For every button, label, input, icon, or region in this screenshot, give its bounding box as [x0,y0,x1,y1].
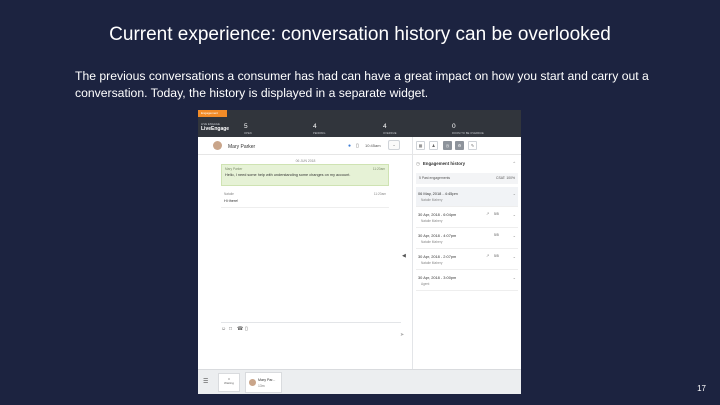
mobile-device-icon: ▯ [356,143,359,149]
message-text: Hello, I need some help with understandi… [225,173,351,177]
chevron-down-icon: ⌄ [512,191,516,196]
consumer-message: Mary Parker 11:20am Hello, I need some h… [221,164,389,186]
engagement-history-title[interactable]: ◷ Engagement history ⌃ [416,161,518,167]
chevron-down-icon: ⌄ [512,212,516,217]
message-text: Hi there! [224,199,239,203]
collapse-arrow-icon[interactable]: ◀ [402,253,406,259]
history-icon[interactable]: ◷ [443,141,452,150]
stat-overdue[interactable]: 4 OVERDUE [383,123,397,135]
app-screenshot: Engagement LIVE ENGAGE LiveEngage 5 OPEN … [198,110,521,394]
slide-body: The previous conversations a consumer ha… [75,69,649,100]
top-tab[interactable]: Engagement [198,110,227,117]
chevron-down-icon: ⌄ [512,233,516,238]
clock-icon: ◷ [416,161,420,166]
message-sender: Mary Parker [225,167,243,171]
message-time: 11:20am [372,167,385,171]
widget-toolbar: ▦ ♟ ◷ ⚙ ✎ [413,137,521,155]
chevron-down-icon[interactable]: ⌄ [388,140,400,150]
attach-icon[interactable]: □ [229,326,232,332]
visitor-info-icon[interactable]: ● [348,143,351,149]
message-sender: Natalie [224,192,234,196]
stat-pending[interactable]: 4 PENDING [313,123,326,135]
avatar [213,141,222,150]
phone-icon[interactable]: ☎ [237,326,243,332]
stat-open[interactable]: 5 OPEN [244,123,252,135]
export-icon: ↗ [486,211,490,216]
waiting-tile[interactable]: 0 Waiting [218,373,240,392]
emoji-icon[interactable]: ☺ [221,326,226,332]
bottom-bar: ☰ 0 Waiting Mary Par... 13m [198,369,521,394]
header-time: 10:45am [365,143,381,148]
logo-name: LiveEngage [201,126,230,132]
engagement-row[interactable]: 30 Apr, 2018 - 3:00pm Agent ⌄ [416,271,518,291]
engagement-summary: 5 Past engagements CSAT: 100% [416,173,518,184]
send-icon[interactable]: ➤ [400,332,412,362]
engagement-row[interactable]: 06 May, 2018 - 4:45pm Natalie Mahery ⌄ [416,187,518,207]
top-bar: Engagement LIVE ENGAGE LiveEngage 5 OPEN … [198,110,521,137]
contact-name: Mary Parker [228,144,256,150]
export-icon: ↗ [486,253,490,258]
chevron-down-icon: ⌄ [512,254,516,259]
engagement-row[interactable]: 30 Apr, 2018 - 4:07pm Natalie Mahery 5/5… [416,229,518,249]
edit-icon[interactable]: ✎ [468,141,477,150]
video-icon[interactable]: ▯ [245,326,248,332]
engagement-row[interactable]: 30 Apr, 2018 - 2:07pm Natalie Mahery ↗ 5… [416,250,518,270]
active-conversation-tile[interactable]: Mary Par... 13m [245,372,282,393]
page-number: 17 [697,384,706,393]
calendar-icon[interactable]: ▦ [416,141,425,150]
chat-panel: Mary Parker ● ▯ 10:45am ⌄ 06 JUN 2018 Ma… [198,137,413,369]
person-icon[interactable]: ♟ [429,141,438,150]
engagement-row[interactable]: 30 Apr, 2018 - 6:04pm Natalie Mahery ↗ 5… [416,208,518,228]
agent-message: Natalie 11:20am Hi there! [221,190,389,208]
app-logo: LIVE ENGAGE LiveEngage [201,122,229,132]
right-panel: ▦ ♟ ◷ ⚙ ✎ ◷ Engagement history ⌃ 5 Past e… [413,137,521,369]
date-separator: 06 JUN 2018 [295,159,316,163]
avatar [249,379,256,386]
composer[interactable]: ☺ □ ☎ ▯ [221,322,401,362]
chevron-down-icon: ⌄ [512,275,516,280]
message-time: 11:20am [373,192,386,196]
slide-title: Current experience: conversation history… [109,24,611,45]
contact-bar: Mary Parker ● ▯ 10:45am ⌄ [198,137,413,155]
stat-soon-overdue[interactable]: 0 ROOM TO BE OVERDUE [452,123,484,135]
chevron-up-icon[interactable]: ⌃ [512,161,516,167]
menu-icon[interactable]: ☰ [203,378,208,385]
settings-icon[interactable]: ⚙ [455,141,464,150]
